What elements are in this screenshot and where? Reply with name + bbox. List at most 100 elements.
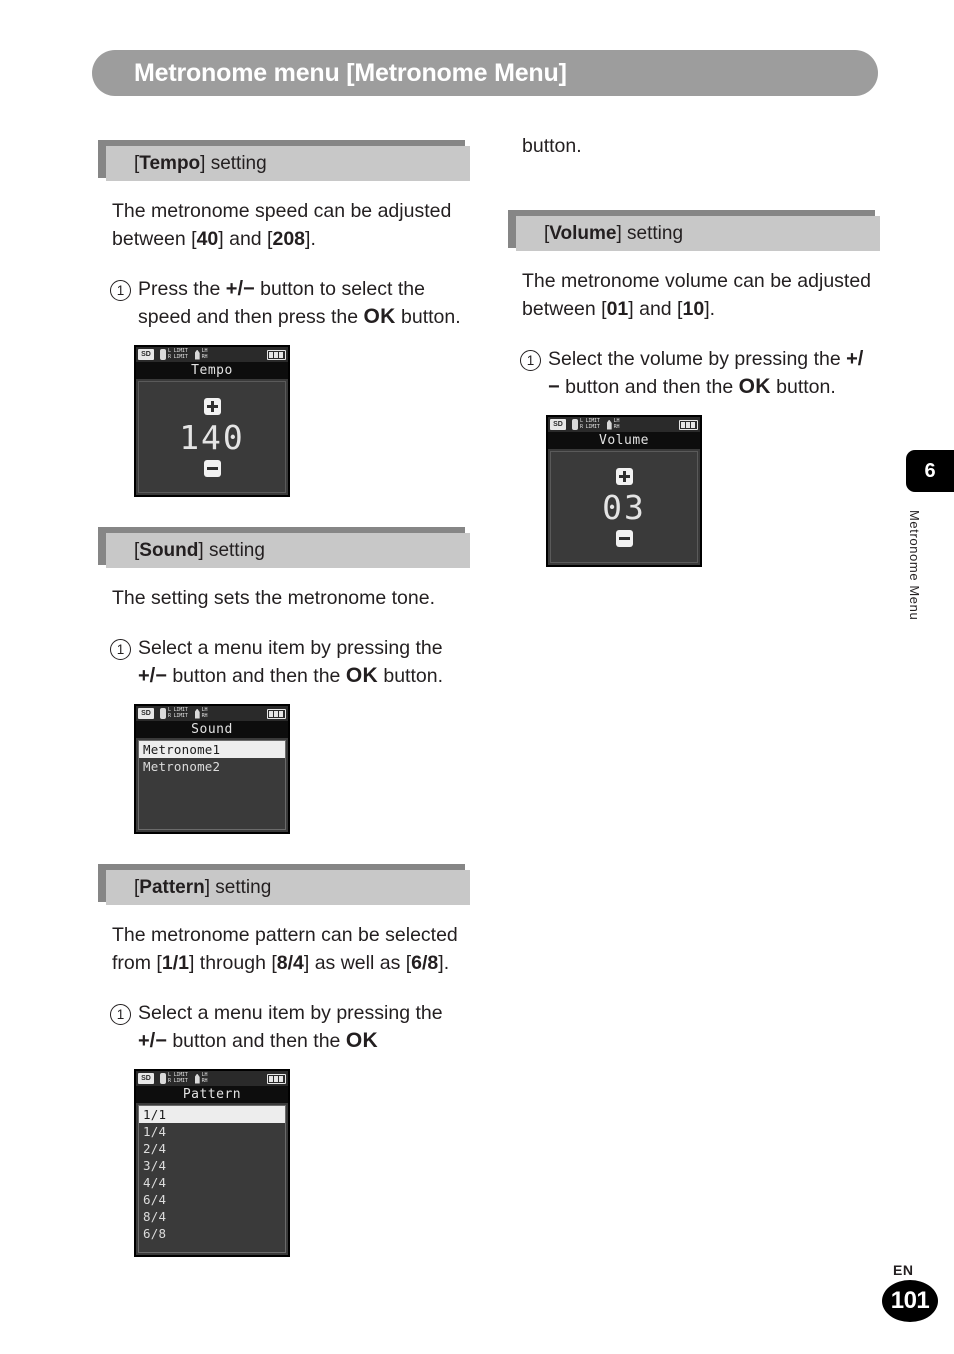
list-item[interactable]: 8/4 xyxy=(139,1208,285,1225)
limiter-indicator: L LIMIT R LIMIT xyxy=(168,348,188,360)
section-title-pattern: [Pattern] setting xyxy=(134,876,272,898)
tempo-step-1: 1 Press the +/− button to select the spe… xyxy=(98,275,470,331)
section-title-tempo: [Tempo] setting xyxy=(134,152,267,174)
sound-step-1: 1 Select a menu item by pressing the +/−… xyxy=(98,634,470,690)
sd-card-icon: SD xyxy=(550,419,566,430)
list-item[interactable]: 6/4 xyxy=(139,1191,285,1208)
sd-card-icon: SD xyxy=(138,708,154,719)
tempo-description: The metronome speed can be adjusted betw… xyxy=(112,200,452,250)
step-text: Select the volume by pressing the +/− bu… xyxy=(548,348,864,398)
channel-indicator: LH RH xyxy=(613,418,620,430)
left-column: [Tempo] setting The metronome speed can … xyxy=(98,140,470,1287)
step-number: 1 xyxy=(110,639,131,660)
input-level-icon xyxy=(606,419,612,430)
step-number: 1 xyxy=(520,350,541,371)
sd-card-icon: SD xyxy=(138,1073,154,1084)
step-text: Select a menu item by pressing the +/− b… xyxy=(138,1002,443,1052)
section-header-pattern: [Pattern] setting xyxy=(98,864,470,905)
list-item[interactable]: 6/8 xyxy=(139,1225,285,1242)
battery-icon xyxy=(267,1073,286,1084)
mic-indicators: L LIMIT R LIMIT LH RH xyxy=(160,1072,208,1084)
sd-card-icon: SD xyxy=(138,349,154,360)
lcd-value-body: 140 xyxy=(138,381,286,493)
minus-icon xyxy=(615,529,633,547)
pattern-description: The metronome pattern can be selected fr… xyxy=(112,924,458,974)
ok-label: OK xyxy=(345,1029,378,1052)
language-code: EN xyxy=(893,1262,914,1278)
input-level-icon xyxy=(194,708,200,719)
mic-indicators: L LIMIT R LIMIT LH RH xyxy=(160,348,208,360)
page-number-badge: 101 xyxy=(882,1280,938,1322)
page-title-banner: Metronome menu [Metronome Menu] xyxy=(92,50,878,96)
limiter-indicator: L LIMIT R LIMIT xyxy=(168,1072,188,1084)
lcd-status-bar: SD L LIMIT R LIMIT LH RH xyxy=(136,706,288,721)
volume-value: 03 xyxy=(602,487,646,527)
battery-icon xyxy=(267,708,286,719)
volume-description: The metronome volume can be adjusted bet… xyxy=(522,270,872,320)
plus-icon xyxy=(615,467,633,485)
section-header-tempo: [Tempo] setting xyxy=(98,140,470,181)
mic-indicators: L LIMIT R LIMIT LH RH xyxy=(160,707,207,719)
list-item[interactable]: 1/4 xyxy=(139,1123,285,1140)
list-item[interactable]: 2/4 xyxy=(139,1140,285,1157)
chapter-name-label: Metronome Menu xyxy=(907,510,922,621)
limiter-indicator: L LIMIT R LIMIT xyxy=(580,418,600,430)
lcd-screen-title: Tempo xyxy=(136,362,288,379)
ok-label: OK xyxy=(363,305,396,328)
lcd-screen-title: Volume xyxy=(548,432,700,449)
chapter-number-tab: 6 xyxy=(906,450,954,492)
lcd-list-body: Metronome1 Metronome2 xyxy=(138,740,286,830)
lcd-status-bar: SD L LIMIT R LIMIT LH RH xyxy=(136,347,288,362)
mic-indicators: L LIMIT R LIMIT LH RH xyxy=(572,418,620,430)
volume-step-1: 1 Select the volume by pressing the +/− … xyxy=(508,345,880,401)
mic-icon xyxy=(160,1073,166,1084)
input-level-icon xyxy=(194,1073,200,1084)
channel-indicator: LH RH xyxy=(201,1072,208,1084)
mic-icon xyxy=(572,419,578,430)
header-plate: [Volume] setting xyxy=(516,216,880,251)
list-item[interactable]: Metronome2 xyxy=(139,758,285,775)
input-level-icon xyxy=(194,349,200,360)
header-plate: [Pattern] setting xyxy=(106,870,470,905)
minus-icon xyxy=(203,459,221,477)
ok-label: OK xyxy=(345,664,378,687)
carryover-text: button. xyxy=(522,135,582,157)
battery-icon xyxy=(679,419,698,430)
lcd-status-bar: SD L LIMIT R LIMIT LH RH xyxy=(136,1071,288,1086)
lcd-status-bar: SD L LIMIT R LIMIT LH RH xyxy=(548,417,700,432)
step-text: Select a menu item by pressing the +/− b… xyxy=(138,637,443,687)
battery-icon xyxy=(267,349,286,360)
sound-description: The setting sets the metronome tone. xyxy=(112,587,436,609)
list-item[interactable]: 3/4 xyxy=(139,1157,285,1174)
device-screen-volume: SD L LIMIT R LIMIT LH RH Volume 03 xyxy=(546,415,702,567)
plus-minus-label: +/− xyxy=(138,1030,167,1052)
list-item[interactable]: 4/4 xyxy=(139,1174,285,1191)
device-screen-tempo: SD L LIMIT R LIMIT LH RH Tempo 140 xyxy=(134,345,290,497)
section-header-volume: [Volume] setting xyxy=(508,210,880,251)
section-title-sound: [Sound] setting xyxy=(134,539,265,561)
mic-icon xyxy=(160,708,166,719)
lcd-screen-title: Sound xyxy=(136,721,288,738)
page-title: Metronome menu [Metronome Menu] xyxy=(134,58,567,87)
step-text: Press the +/− button to select the speed… xyxy=(138,278,461,328)
step-number: 1 xyxy=(110,1004,131,1025)
limiter-indicator: L LIMIT R LIMIT xyxy=(168,707,188,719)
header-plate: [Sound] setting xyxy=(106,533,470,568)
section-title-volume: [Volume] setting xyxy=(544,222,684,244)
channel-indicator: LH RH xyxy=(201,348,208,360)
plus-minus-label: +/− xyxy=(138,665,167,687)
device-screen-sound: SD L LIMIT R LIMIT LH RH Sound Metronome… xyxy=(134,704,290,834)
lcd-screen-title: Pattern xyxy=(136,1086,288,1103)
tempo-value: 140 xyxy=(179,417,245,457)
pattern-step-1: 1 Select a menu item by pressing the +/−… xyxy=(98,999,470,1055)
step-number: 1 xyxy=(110,280,131,301)
right-column: button. [Volume] setting The metronome v… xyxy=(508,132,880,597)
list-item[interactable]: 1/1 xyxy=(139,1106,285,1123)
plus-icon xyxy=(203,397,221,415)
list-item[interactable]: Metronome1 xyxy=(139,741,285,758)
ok-label: OK xyxy=(738,375,771,398)
plus-minus-label: +/− xyxy=(225,278,255,300)
mic-icon xyxy=(160,349,166,360)
device-screen-pattern: SD L LIMIT R LIMIT LH RH Pattern 1/1 1/4… xyxy=(134,1069,290,1257)
lcd-value-body: 03 xyxy=(550,451,698,563)
